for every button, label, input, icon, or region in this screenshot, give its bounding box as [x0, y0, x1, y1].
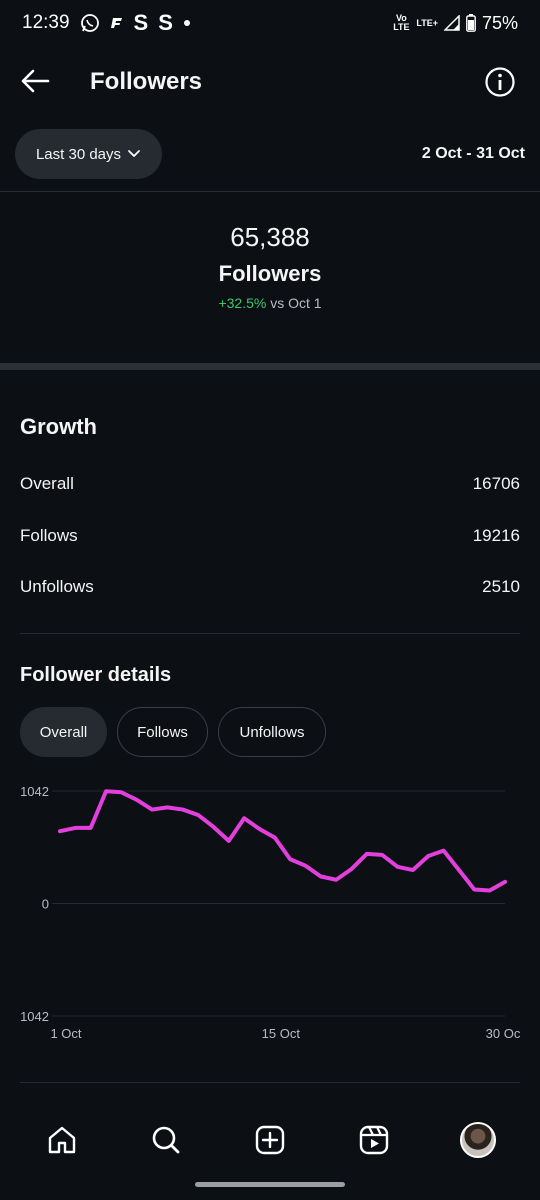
chevron-down-icon	[128, 150, 140, 157]
chart-x-tick-label: 15 Oct	[262, 1026, 301, 1041]
status-right: Vo LTE LTE+ 75%	[392, 13, 518, 34]
growth-row-value: 16706	[472, 474, 520, 493]
create-icon	[255, 1125, 285, 1155]
arrow-left-icon	[21, 69, 50, 93]
change-percent: +32.5%	[218, 295, 267, 311]
battery-percent: 75%	[481, 12, 518, 33]
nav-reels[interactable]	[352, 1118, 396, 1162]
tab-label: Overall	[39, 723, 88, 741]
follower-change: +32.5% vs Oct 1	[0, 295, 540, 311]
status-bar: 12:39 S S Vo LTE LTE+ 75%	[0, 0, 540, 46]
follower-details-title: Follower details	[20, 664, 172, 686]
growth-row-value: 19216	[472, 526, 520, 545]
tab-label: Follows	[137, 723, 188, 741]
reels-icon	[359, 1125, 389, 1155]
nav-create[interactable]	[248, 1118, 292, 1162]
divider	[20, 1082, 520, 1083]
tab-follows[interactable]: Follows	[117, 707, 208, 757]
divider	[0, 191, 540, 192]
s-icon: S	[133, 10, 149, 35]
chart-x-tick-label: 30 Oc	[486, 1026, 521, 1041]
date-range-text: 2 Oct - 31 Oct	[421, 145, 525, 162]
status-left: 12:39 S S	[22, 10, 191, 36]
status-time: 12:39	[22, 12, 70, 33]
s-icon: S	[158, 10, 173, 35]
back-button[interactable]	[18, 64, 52, 98]
chart-y-tick-label: 0	[42, 897, 49, 912]
app-f-icon	[110, 16, 124, 30]
tab-overall[interactable]: Overall	[20, 707, 107, 757]
dot-icon	[183, 19, 191, 27]
chart-series-line	[58, 789, 507, 893]
app-header: Followers	[0, 52, 540, 114]
nav-home[interactable]	[40, 1118, 84, 1162]
divider	[20, 633, 520, 634]
follower-count: 65,388	[230, 222, 310, 252]
section-divider	[0, 363, 540, 370]
whatsapp-icon	[80, 13, 100, 33]
date-range-dropdown-label: Last 30 days	[35, 145, 122, 163]
follower-chart: 1042 0 1042 1 Oct 15 Oct 30 Oc	[0, 770, 540, 1050]
page-title: Followers	[90, 68, 203, 95]
chart-x-tick-label: 1 Oct	[50, 1026, 81, 1041]
info-button[interactable]	[484, 66, 516, 98]
follower-count-label: Followers	[218, 261, 322, 286]
growth-row-overall: Overall 16706	[20, 469, 520, 499]
avatar	[460, 1122, 496, 1158]
network-label: LTE+	[416, 17, 438, 28]
search-icon	[152, 1126, 180, 1154]
signal-icon	[443, 15, 460, 31]
growth-row-unfollows: Unfollows 2510	[20, 572, 520, 602]
tab-unfollows[interactable]: Unfollows	[218, 707, 326, 757]
growth-row-follows: Follows 19216	[20, 521, 520, 551]
change-suffix: vs Oct 1	[270, 295, 322, 311]
chart-y-tick-label: 1042	[20, 1009, 49, 1024]
info-icon	[485, 67, 515, 97]
follower-chart-svg: 1042010421 Oct 15 Oct 30 Oc	[20, 784, 521, 1041]
growth-row-value: 2510	[482, 577, 520, 596]
home-icon	[48, 1126, 76, 1154]
growth-row-label: Unfollows	[20, 577, 94, 596]
date-range-dropdown[interactable]: Last 30 days	[15, 129, 162, 179]
growth-row-label: Overall	[20, 474, 74, 493]
followers-summary: 65,388 Followers +32.5% vs Oct 1	[0, 222, 540, 311]
growth-title: Growth	[20, 414, 97, 439]
tab-label: Unfollows	[239, 723, 305, 741]
battery-icon	[466, 14, 476, 32]
growth-row-label: Follows	[20, 526, 78, 545]
volte-label: Vo LTE	[393, 13, 410, 32]
nav-search[interactable]	[144, 1118, 188, 1162]
chart-y-tick-label: 1042	[20, 784, 49, 799]
home-indicator[interactable]	[195, 1182, 345, 1187]
nav-profile[interactable]	[456, 1118, 500, 1162]
bottom-nav	[0, 1108, 540, 1172]
